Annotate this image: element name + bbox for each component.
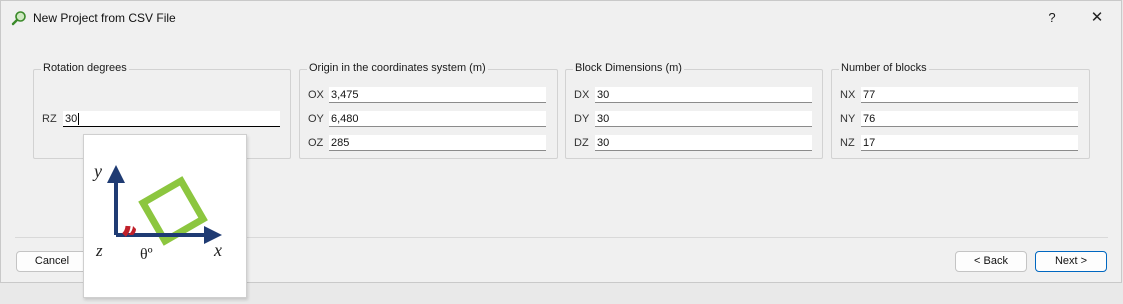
field-row-ny: NY 76 xyxy=(840,111,1080,129)
group-title: Number of blocks xyxy=(839,62,929,74)
z-axis-label: z xyxy=(95,241,103,260)
field-label: OZ xyxy=(308,137,324,149)
y-axis-label: y xyxy=(92,161,102,181)
angle-label: θº xyxy=(140,246,153,263)
nz-input[interactable]: 17 xyxy=(861,135,1078,151)
ny-input[interactable]: 76 xyxy=(861,111,1078,127)
field-label: RZ xyxy=(42,113,57,125)
rz-value: 30 xyxy=(65,113,78,125)
field-label: NX xyxy=(840,89,856,101)
field-row-dz: DZ 30 xyxy=(574,135,814,153)
oz-input[interactable]: 285 xyxy=(329,135,546,151)
field-row-rz: RZ 30 xyxy=(42,111,282,129)
group-number-of-blocks: Number of blocks NX 77 NY 76 NZ 17 xyxy=(831,62,1090,159)
next-button[interactable]: Next > xyxy=(1035,251,1107,272)
group-title: Block Dimensions (m) xyxy=(573,62,684,74)
field-label: DX xyxy=(574,89,590,101)
group-origin-coordinates: Origin in the coordinates system (m) OX … xyxy=(299,62,558,159)
field-row-oz: OZ 285 xyxy=(308,135,548,153)
rz-input[interactable]: 30 xyxy=(63,111,280,127)
help-button[interactable]: ? xyxy=(1039,7,1065,29)
field-row-dy: DY 30 xyxy=(574,111,814,129)
dx-input[interactable]: 30 xyxy=(595,87,812,103)
window-title: New Project from CSV File xyxy=(33,11,176,25)
group-title: Origin in the coordinates system (m) xyxy=(307,62,488,74)
rotation-diagram-icon: y x z θº xyxy=(92,161,222,263)
field-label: NZ xyxy=(840,137,855,149)
group-title: Rotation degrees xyxy=(41,62,129,74)
rotation-tooltip: y x z θº xyxy=(83,134,247,298)
title-bar: New Project from CSV File ? ✕ xyxy=(1,1,1121,35)
oy-input[interactable]: 6,480 xyxy=(329,111,546,127)
angle-arc-stroke xyxy=(122,225,131,237)
app-search-icon xyxy=(11,11,26,26)
ox-input[interactable]: 3,475 xyxy=(329,87,546,103)
field-row-dx: DX 30 xyxy=(574,87,814,105)
dy-input[interactable]: 30 xyxy=(595,111,812,127)
x-axis-label: x xyxy=(213,240,222,260)
field-row-ox: OX 3,475 xyxy=(308,87,548,105)
text-caret xyxy=(78,113,80,126)
dz-input[interactable]: 30 xyxy=(595,135,812,151)
rotated-block-square xyxy=(138,176,208,246)
field-label: DZ xyxy=(574,137,589,149)
field-label: NY xyxy=(840,113,856,125)
field-label: OX xyxy=(308,89,324,101)
back-button[interactable]: < Back xyxy=(955,251,1027,272)
field-row-nx: NX 77 xyxy=(840,87,1080,105)
cancel-button[interactable]: Cancel xyxy=(16,251,88,272)
nx-input[interactable]: 77 xyxy=(861,87,1078,103)
field-row-nz: NZ 17 xyxy=(840,135,1080,153)
close-button[interactable]: ✕ xyxy=(1079,7,1115,29)
group-block-dimensions: Block Dimensions (m) DX 30 DY 30 DZ 30 xyxy=(565,62,823,159)
field-row-oy: OY 6,480 xyxy=(308,111,548,129)
y-axis-arrow xyxy=(107,165,125,183)
field-label: OY xyxy=(308,113,324,125)
field-label: DY xyxy=(574,113,590,125)
